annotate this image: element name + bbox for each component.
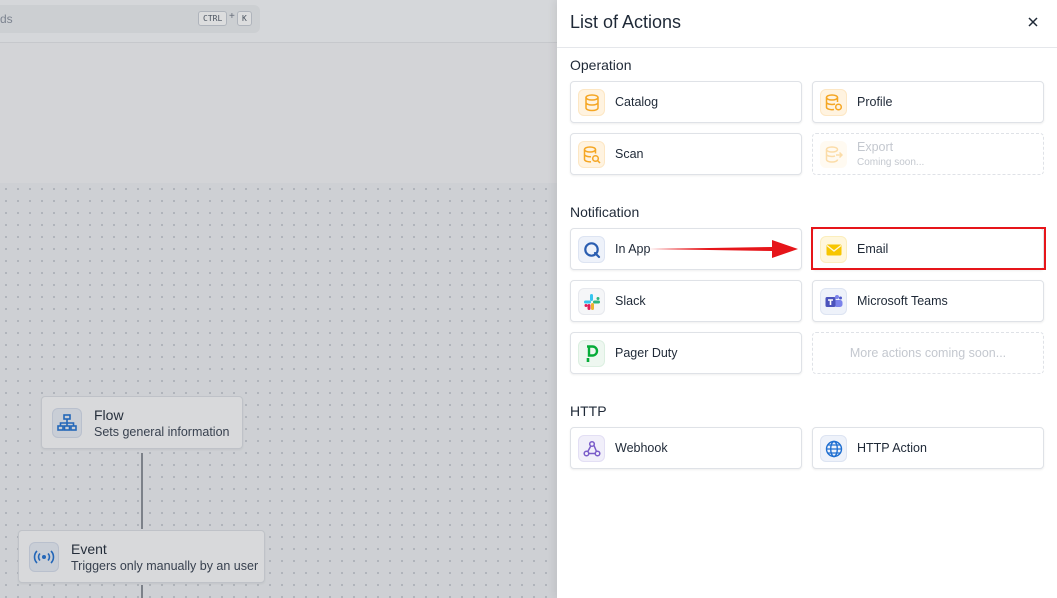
drawer-title: List of Actions [570, 12, 682, 32]
teams-icon [820, 288, 847, 315]
action-slack[interactable]: Slack [570, 280, 802, 322]
section-http-label: HTTP [570, 403, 607, 419]
more-actions-label: More actions coming soon... [849, 346, 1007, 360]
action-profile[interactable]: Profile [812, 81, 1044, 123]
action-export-sublabel: Coming soon... [857, 157, 925, 168]
database-gear-icon [820, 89, 847, 116]
action-catalog-label: Catalog [615, 95, 659, 109]
action-email[interactable]: Email [812, 228, 1044, 270]
pagerduty-icon [578, 340, 605, 367]
action-webhook[interactable]: Webhook [570, 427, 802, 469]
section-operation-label: Operation [570, 57, 632, 73]
action-slack-label: Slack [615, 294, 646, 308]
action-profile-label: Profile [857, 95, 893, 109]
export-icon [820, 141, 847, 168]
globe-icon [820, 435, 847, 462]
action-in-app[interactable]: In App [570, 228, 802, 270]
action-pager-duty-label: Pager Duty [615, 346, 678, 360]
background-app: ds CTRL + K Flow Sets general informatio… [0, 0, 557, 598]
action-http[interactable]: HTTP Action [812, 427, 1044, 469]
action-in-app-label: In App [615, 242, 651, 256]
action-scan-label: Scan [615, 147, 644, 161]
webhook-icon [578, 435, 605, 462]
action-microsoft-teams[interactable]: Microsoft Teams [812, 280, 1044, 322]
action-http-label: HTTP Action [857, 441, 927, 455]
action-scan[interactable]: Scan [570, 133, 802, 175]
action-email-label: Email [857, 242, 889, 256]
app-logo-icon [578, 236, 605, 263]
database-icon [578, 89, 605, 116]
actions-drawer: List of Actions Operation Catalog Profil… [557, 0, 1057, 598]
action-more-coming-soon: More actions coming soon... [812, 332, 1044, 374]
slack-icon [578, 288, 605, 315]
close-icon [1028, 17, 1038, 27]
action-export-label: Export [857, 140, 894, 154]
modal-backdrop[interactable] [0, 0, 557, 598]
envelope-icon [820, 236, 847, 263]
action-pager-duty[interactable]: Pager Duty [570, 332, 802, 374]
divider [557, 47, 1057, 48]
section-notification-label: Notification [570, 204, 640, 220]
database-search-icon [578, 141, 605, 168]
close-button[interactable] [1023, 12, 1043, 32]
action-catalog[interactable]: Catalog [570, 81, 802, 123]
action-webhook-label: Webhook [615, 441, 668, 455]
action-export: Export Coming soon... [812, 133, 1044, 175]
action-microsoft-teams-label: Microsoft Teams [857, 294, 948, 308]
